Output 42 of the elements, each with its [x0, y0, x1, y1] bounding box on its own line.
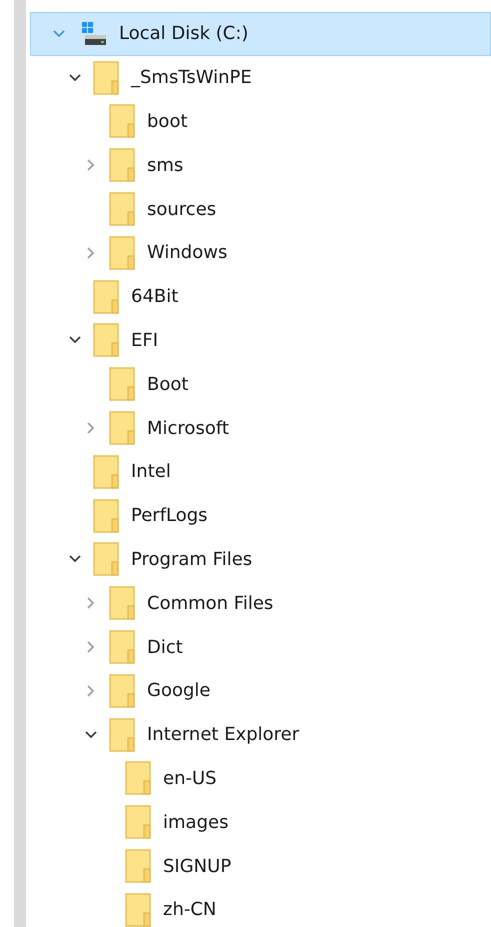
tree-item[interactable]: 64Bit [30, 274, 491, 319]
tree-item[interactable]: Program Files [30, 538, 491, 582]
tree-item[interactable]: EFI [30, 318, 491, 362]
tree-item[interactable]: Boot [30, 362, 491, 406]
folder-icon [109, 411, 135, 446]
tree-item[interactable]: Common Files [30, 581, 491, 626]
tree-item[interactable]: boot [30, 100, 491, 144]
folder-icon [109, 148, 135, 182]
tree-item[interactable]: sms [30, 143, 491, 188]
folder-icon [109, 718, 135, 752]
tree-item[interactable]: SIGNUP [30, 844, 491, 888]
tree-item[interactable]: Google [30, 668, 491, 713]
folder-icon [93, 280, 119, 314]
folder-icon [93, 454, 119, 489]
folder-icon [93, 542, 119, 576]
folder-icon [109, 586, 135, 620]
tree-item[interactable]: Intel [30, 450, 491, 494]
tree-item[interactable]: Internet Explorer [30, 712, 491, 757]
tree-item[interactable]: images [30, 800, 491, 844]
folder-icon [125, 849, 151, 884]
drive-icon [81, 20, 107, 47]
folder-icon [125, 805, 151, 840]
tree-item[interactable]: sources [30, 187, 491, 231]
folder-icon [109, 236, 135, 270]
tree-item[interactable]: en-US [30, 756, 491, 800]
folder-icon [109, 104, 135, 138]
tree-item[interactable]: _SmsTsWinPE [30, 56, 491, 100]
folder-icon [93, 60, 119, 95]
tree-item[interactable]: Microsoft [30, 406, 491, 450]
folder-icon [109, 674, 135, 708]
selected-tree-item[interactable]: Local Disk (C:) [30, 12, 491, 56]
folder-icon [93, 498, 119, 533]
tree-item[interactable]: PerfLogs [30, 494, 491, 538]
folder-icon [109, 630, 135, 664]
folder-icon [125, 761, 151, 796]
folder-icon [109, 192, 135, 226]
tree-item[interactable]: Windows [30, 230, 491, 275]
tree-item[interactable]: Dict [30, 625, 491, 669]
folder-icon [93, 323, 119, 358]
folder-icon [109, 367, 135, 402]
folder-icon [125, 892, 151, 927]
tree-item[interactable]: zh-CN [30, 888, 491, 927]
